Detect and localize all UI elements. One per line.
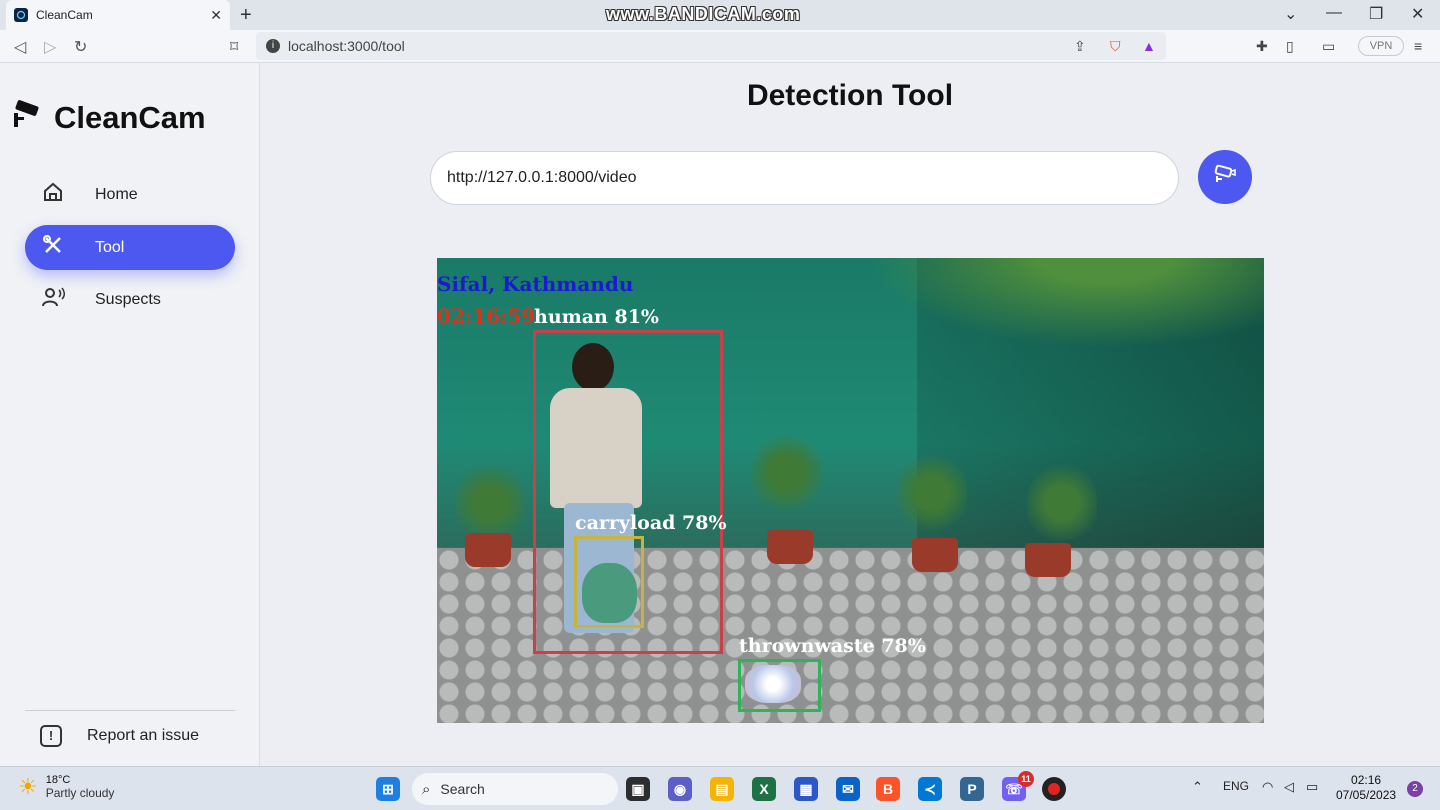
alert-icon: ! (40, 725, 62, 747)
clock-time: 02:16 (1351, 773, 1382, 787)
feed-plant (752, 428, 822, 518)
windows-taskbar: ☀ 18°C Partly cloudy ⊞ ⌕ Search ▣ ◉ ▤ X … (0, 766, 1440, 810)
tray-overflow-chevron-icon[interactable]: ⌃ (1192, 779, 1203, 795)
feed-pot (767, 530, 813, 564)
minimize-icon[interactable]: — (1326, 4, 1342, 22)
mail-icon[interactable]: ✉ (836, 777, 860, 801)
taskbar-clock[interactable]: 02:16 07/05/2023 (1336, 773, 1396, 803)
feed-location-text: Sifal, Kathmandu (437, 272, 634, 296)
file-explorer-icon[interactable]: ▤ (710, 777, 734, 801)
detection-label-human: human 81% (534, 306, 659, 328)
menu-icon[interactable]: ≡ (1414, 38, 1422, 54)
battery-icon[interactable]: ▭ (1306, 779, 1318, 795)
feed-pot (912, 538, 958, 572)
browser-tabbar: CleanCam ✕ + www.BANDICAM.com ⌄ — ❐ ✕ (0, 0, 1440, 30)
viber-badge: 11 (1018, 771, 1034, 787)
video-feed: Sifal, Kathmandu 02:16:59 human 81% carr… (437, 258, 1264, 723)
address-url: localhost:3000/tool (288, 38, 405, 54)
wallet-icon[interactable]: ▭ (1322, 38, 1335, 55)
taskbar-search-label: Search (440, 781, 485, 797)
camera-send-icon (1213, 163, 1237, 191)
home-icon (41, 181, 65, 209)
tab-close-icon[interactable]: ✕ (210, 7, 222, 24)
forward-icon[interactable]: ▷ (44, 37, 56, 57)
sidebar-item-label: Suspects (95, 290, 161, 308)
bookmark-icon[interactable]: ⌑ (230, 37, 238, 57)
task-view-icon[interactable]: ▣ (626, 777, 650, 801)
extensions-icon[interactable]: ✚ (1256, 38, 1268, 55)
feed-pot (465, 533, 511, 567)
taskbar-search[interactable]: ⌕ Search (412, 773, 618, 805)
address-bar[interactable]: i localhost:3000/tool (256, 32, 1166, 60)
detection-label-carryload: carryload 78% (575, 512, 727, 534)
microsoft-store-icon[interactable]: ▦ (794, 777, 818, 801)
sidebar-toggle-icon[interactable]: ▯ (1286, 38, 1294, 55)
clock-date: 07/05/2023 (1336, 788, 1397, 802)
sidebar-item-label: Home (95, 185, 138, 203)
weather-desc: Partly cloudy (45, 786, 115, 800)
recording-watermark: www.BANDICAM.com (606, 4, 801, 24)
volume-icon[interactable]: ◁ (1284, 779, 1294, 795)
report-issue-button[interactable]: ! Report an issue (40, 725, 199, 747)
start-detection-button[interactable] (1198, 150, 1252, 204)
feed-plant (897, 448, 967, 538)
start-menu-icon[interactable]: ⊞ (376, 777, 400, 801)
sidebar-item-tool[interactable]: Tool (25, 225, 235, 270)
input-language[interactable]: ENG (1223, 779, 1249, 793)
app-sidebar: CleanCam Home Tool Suspects ! Report an … (0, 63, 260, 766)
vpn-button[interactable]: VPN (1358, 36, 1404, 56)
brand-name: CleanCam (54, 99, 206, 135)
detection-box-carryload (574, 536, 644, 628)
cctv-camera-icon (12, 99, 44, 136)
sidebar-item-home[interactable]: Home (25, 172, 235, 217)
brave-shield-icon[interactable]: ⛉ (1110, 38, 1121, 55)
back-icon[interactable]: ◁ (14, 37, 26, 57)
sidebar-divider (25, 710, 235, 711)
stream-url-input[interactable] (430, 151, 1179, 205)
detection-label-thrownwaste: thrownwaste 78% (739, 635, 926, 657)
viber-icon[interactable]: ☏ 11 (1002, 771, 1034, 801)
reload-icon[interactable]: ↻ (74, 37, 87, 57)
detection-box-thrownwaste (738, 659, 821, 712)
notification-count-badge[interactable]: 2 (1407, 781, 1423, 797)
suspects-icon (41, 286, 66, 314)
browser-navbar: ◁ ▷ ↻ ⌑ i localhost:3000/tool ⇪ ⛉ ▲ ✚ ▯ … (0, 30, 1440, 63)
cleancam-favicon-icon (14, 8, 28, 22)
site-info-icon[interactable]: i (266, 39, 280, 53)
brave-rewards-icon[interactable]: ▲ (1142, 38, 1156, 54)
brand-logo[interactable]: CleanCam (12, 99, 206, 136)
feed-timestamp-text: 02:16:59 (437, 304, 536, 328)
browser-tab[interactable]: CleanCam ✕ (6, 0, 230, 30)
search-icon: ⌕ (422, 780, 431, 798)
page-title: Detection Tool (746, 79, 954, 112)
vscode-icon[interactable]: ≺ (918, 777, 942, 801)
teams-chat-icon[interactable]: ◉ (668, 777, 692, 801)
tab-title: CleanCam (36, 8, 93, 22)
pgadmin-icon[interactable]: P (960, 777, 984, 801)
bandicam-record-icon[interactable] (1042, 777, 1066, 801)
feed-foliage (867, 258, 1264, 348)
weather-widget[interactable]: ☀ 18°C Partly cloudy (18, 774, 114, 800)
wifi-icon[interactable]: ◠ (1262, 779, 1273, 795)
brave-browser-icon[interactable]: B (876, 777, 900, 801)
sidebar-item-label: Tool (95, 238, 125, 256)
close-window-icon[interactable]: ✕ (1411, 4, 1424, 24)
tool-icon (41, 234, 65, 262)
restore-icon[interactable]: ❐ (1369, 4, 1383, 24)
weather-temp: 18°C (45, 774, 71, 786)
new-tab-icon[interactable]: + (240, 4, 252, 27)
sidebar-item-suspects[interactable]: Suspects (25, 277, 235, 322)
partly-cloudy-icon: ☀ (18, 774, 38, 799)
vpn-label: VPN (1369, 40, 1393, 52)
feed-pot (1025, 543, 1071, 577)
tab-list-chevron-icon[interactable]: ⌄ (1284, 4, 1297, 24)
excel-icon[interactable]: X (752, 777, 776, 801)
feed-plant (1027, 458, 1097, 548)
share-icon[interactable]: ⇪ (1074, 38, 1086, 55)
report-issue-label: Report an issue (87, 727, 200, 744)
main-content: Detection Tool Sifal, Kathmandu 02:16:59… (260, 63, 1440, 766)
